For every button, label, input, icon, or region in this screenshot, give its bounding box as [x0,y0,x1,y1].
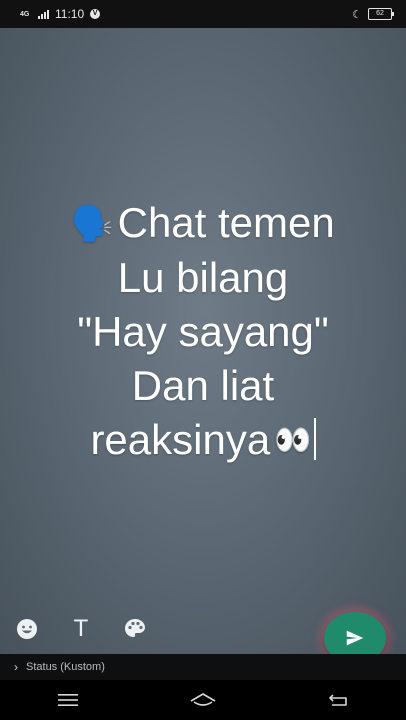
vpn-icon: V [90,9,101,19]
send-icon [346,630,364,646]
status-text[interactable]: 🗣️Chat temen Lu bilang "Hay sayang" Dan … [18,196,388,468]
status-privacy-label: Status (Kustom) [26,661,105,673]
status-left: 4G 11:10 V [20,7,101,21]
battery-icon: 62 [368,8,394,20]
network-type: 4G [20,10,30,18]
signal-icon [38,9,49,19]
emoji-button[interactable] [12,614,42,644]
back-button[interactable] [318,685,358,715]
speaking-head-icon: 🗣️ [71,205,114,243]
emoji-icon [17,619,37,639]
eyes-icon: 👀 [274,424,312,457]
message-line-1: 🗣️Chat temen [18,196,388,251]
chevron-right-icon: › [14,660,18,674]
menu-icon [57,694,78,706]
status-canvas[interactable]: 🗣️Chat temen Lu bilang "Hay sayang" Dan … [0,28,406,654]
do-not-disturb-icon: ☾ [352,8,362,21]
text-cursor [313,418,316,460]
home-icon [190,693,216,706]
clock: 11:10 [55,7,85,21]
navigation-bar [0,680,406,720]
status-privacy-bar[interactable]: › Status (Kustom) [0,654,406,680]
message-line-5: reaksinya 👀 [18,413,388,468]
message-line-3: "Hay sayang" [77,308,329,355]
color-button[interactable] [120,614,150,644]
message-line-2: Lu bilang [117,254,289,301]
screen: 4G 11:10 V ☾ 62 🗣️Chat temen Lu bilang "… [0,0,406,720]
home-button[interactable] [183,685,223,715]
message-line-5-text: reaksinya [90,416,271,463]
back-icon [329,694,348,706]
text-icon: T [73,615,89,642]
message-line-1-text: Chat temen [117,199,335,246]
message-line-4: Dan liat [131,362,275,409]
status-bar: 4G 11:10 V ☾ 62 [0,0,406,28]
text-style-button[interactable]: T [66,614,96,644]
palette-icon [125,619,145,637]
recent-apps-button[interactable] [48,685,88,715]
status-right: ☾ 62 [352,8,394,21]
